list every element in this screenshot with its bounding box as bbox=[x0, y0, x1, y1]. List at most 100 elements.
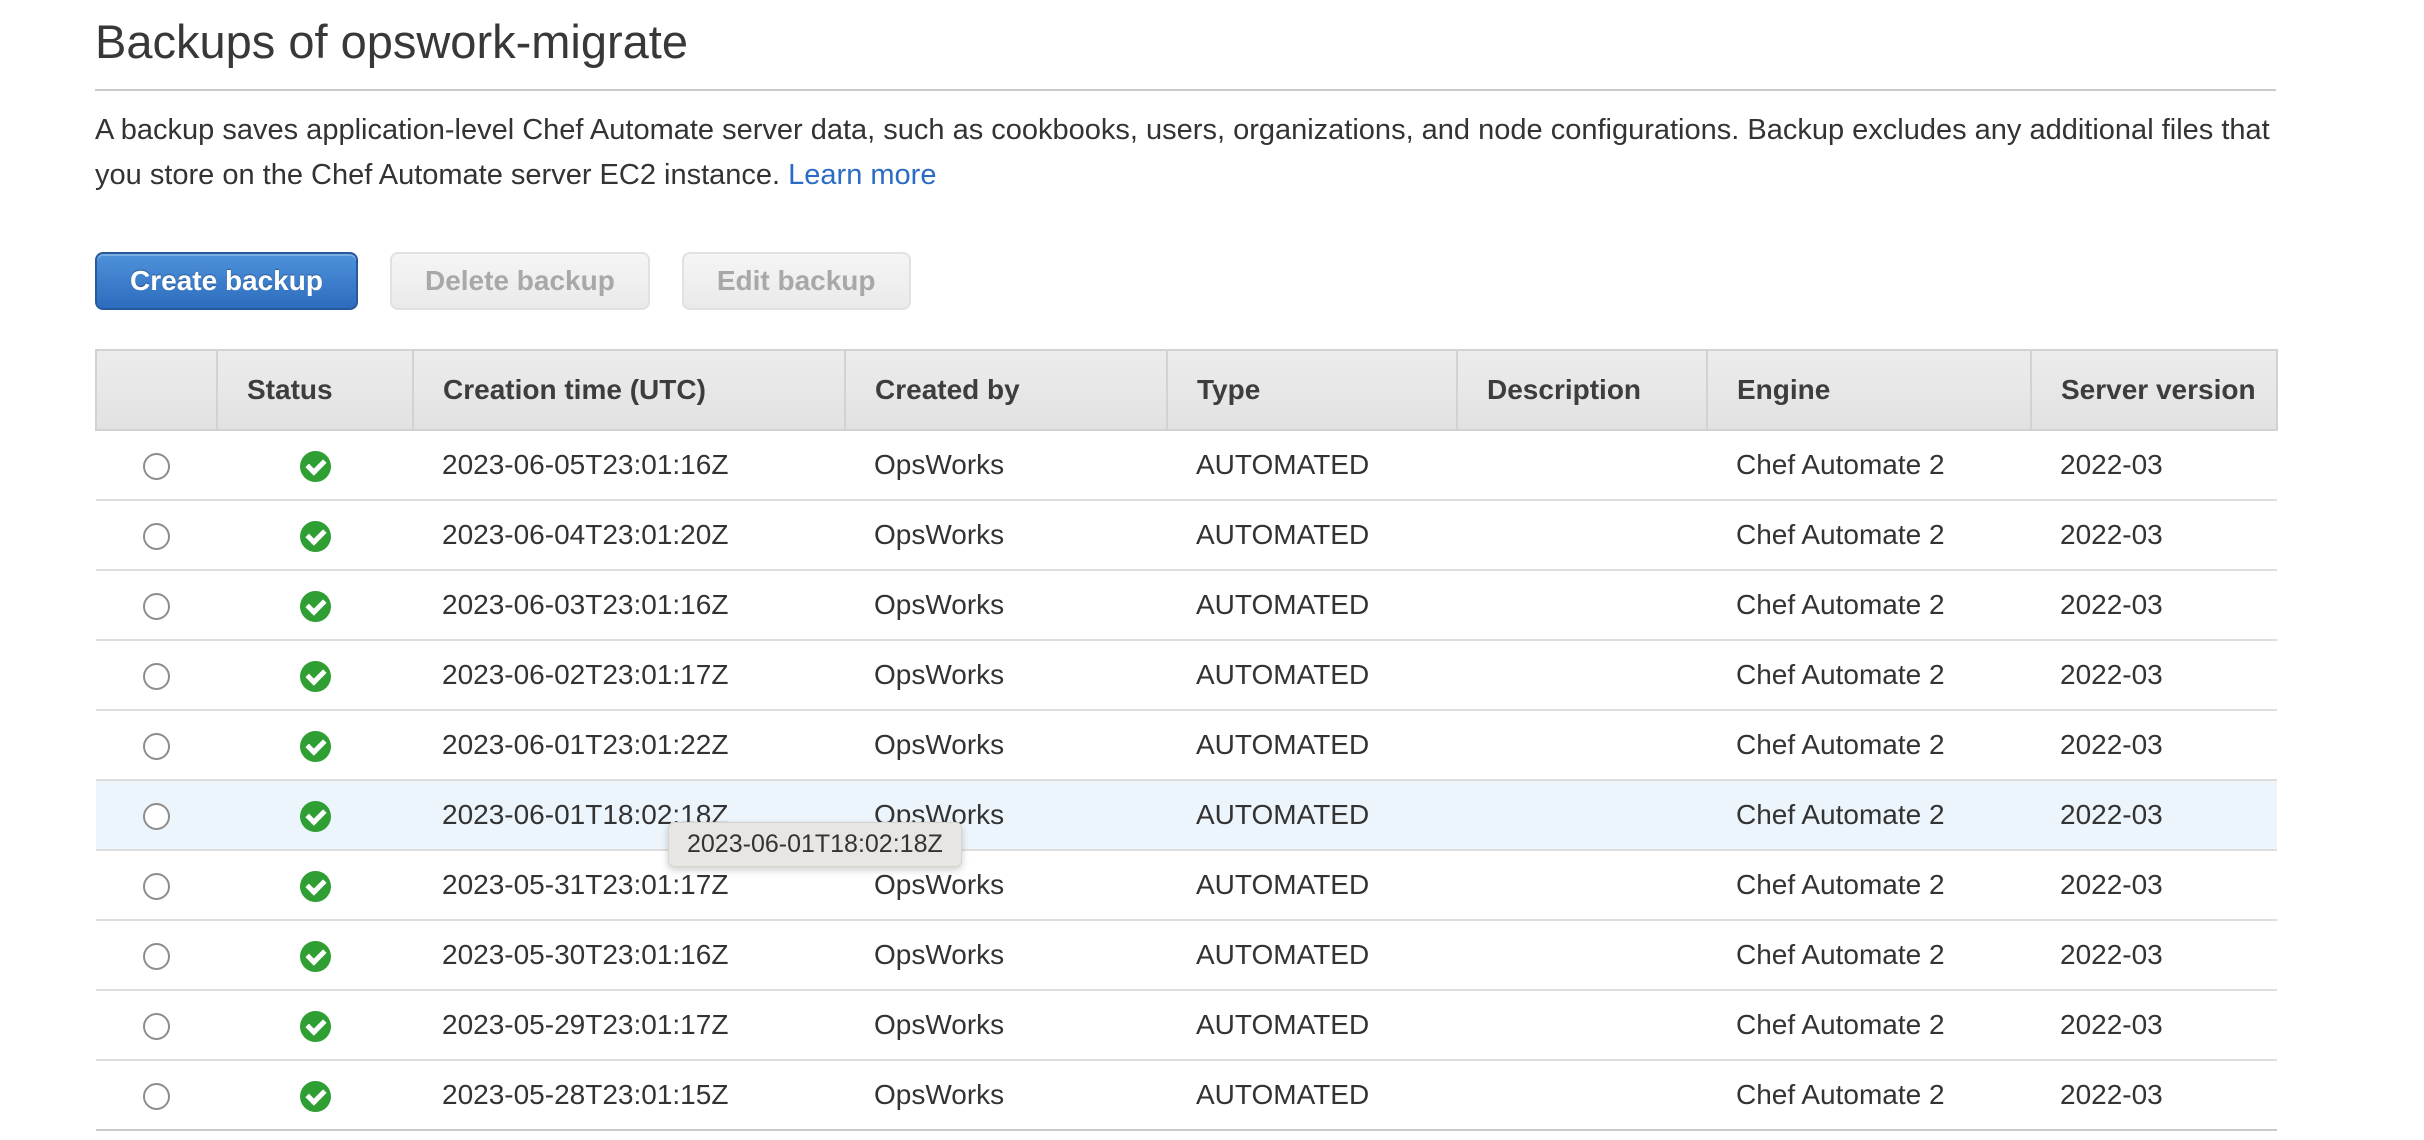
type-cell: AUTOMATED bbox=[1167, 570, 1457, 641]
engine-cell: Chef Automate 2 bbox=[1707, 500, 2031, 571]
status-cell bbox=[217, 710, 413, 781]
status-cell bbox=[217, 500, 413, 571]
select-cell bbox=[96, 850, 217, 921]
engine-cell: Chef Automate 2 bbox=[1707, 920, 2031, 991]
radio-icon[interactable] bbox=[143, 453, 170, 481]
created-by-cell: OpsWorks bbox=[845, 990, 1167, 1061]
created-by-cell: OpsWorks bbox=[845, 1060, 1167, 1131]
green-circle-check-icon bbox=[299, 520, 331, 552]
creation-time-cell: 2023-05-28T23:01:15Z bbox=[413, 1060, 845, 1131]
server-version-cell: 2022-03 bbox=[2031, 920, 2277, 991]
radio-icon[interactable] bbox=[143, 523, 170, 551]
type-cell: AUTOMATED bbox=[1167, 990, 1457, 1061]
backups-page: Backups of opswork-migrate A backup save… bbox=[95, 0, 2278, 1131]
table-header: Status Creation time (UTC) Created by Ty… bbox=[95, 349, 2278, 431]
select-cell bbox=[96, 640, 217, 711]
creation-time-cell: 2023-06-03T23:01:16Z bbox=[413, 570, 845, 641]
column-header-engine: Engine bbox=[1706, 349, 2032, 431]
table-row[interactable]: 2023-05-29T23:01:17Z OpsWorks AUTOMATED … bbox=[96, 990, 2277, 1061]
server-version-cell: 2022-03 bbox=[2031, 640, 2277, 711]
description-cell bbox=[1457, 640, 1707, 711]
radio-icon[interactable] bbox=[143, 943, 170, 971]
table-row[interactable]: 2023-05-28T23:01:15Z OpsWorks AUTOMATED … bbox=[96, 1060, 2277, 1131]
column-header-created-by: Created by bbox=[844, 349, 1168, 431]
green-circle-check-icon bbox=[299, 450, 331, 482]
server-version-cell: 2022-03 bbox=[2031, 990, 2277, 1061]
green-circle-check-icon bbox=[299, 730, 331, 762]
description-cell bbox=[1457, 430, 1707, 501]
radio-icon[interactable] bbox=[143, 1083, 170, 1111]
creation-time-cell: 2023-06-01T23:01:22Z bbox=[413, 710, 845, 781]
engine-cell: Chef Automate 2 bbox=[1707, 1060, 2031, 1131]
created-by-cell: OpsWorks bbox=[845, 570, 1167, 641]
column-header-status: Status bbox=[216, 349, 414, 431]
table-row[interactable]: 2023-06-02T23:01:17Z OpsWorks AUTOMATED … bbox=[96, 640, 2277, 711]
status-cell bbox=[217, 1060, 413, 1131]
table-row[interactable]: 2023-06-05T23:01:16Z OpsWorks AUTOMATED … bbox=[96, 430, 2277, 501]
description-text: A backup saves application-level Chef Au… bbox=[95, 114, 2270, 191]
green-circle-check-icon bbox=[299, 800, 331, 832]
created-by-cell: OpsWorks bbox=[845, 430, 1167, 501]
page-description: A backup saves application-level Chef Au… bbox=[95, 108, 2276, 198]
backup-actions-toolbar: Create backup Delete backup Edit backup bbox=[95, 252, 2276, 310]
backups-table: Status Creation time (UTC) Created by Ty… bbox=[95, 349, 2278, 1131]
description-cell bbox=[1457, 570, 1707, 641]
page-title: Backups of opswork-migrate bbox=[95, 0, 2276, 91]
radio-icon[interactable] bbox=[143, 593, 170, 621]
green-circle-check-icon bbox=[299, 940, 331, 972]
radio-icon[interactable] bbox=[143, 873, 170, 901]
radio-icon[interactable] bbox=[143, 803, 170, 831]
type-cell: AUTOMATED bbox=[1167, 780, 1457, 851]
column-header-server-version: Server version bbox=[2030, 349, 2278, 431]
select-cell bbox=[96, 990, 217, 1061]
description-cell bbox=[1457, 500, 1707, 571]
table-row[interactable]: 2023-05-31T23:01:17Z OpsWorks AUTOMATED … bbox=[96, 850, 2277, 921]
table-row[interactable]: 2023-06-03T23:01:16Z OpsWorks AUTOMATED … bbox=[96, 570, 2277, 641]
radio-icon[interactable] bbox=[143, 1013, 170, 1041]
table-row[interactable]: 2023-06-04T23:01:20Z OpsWorks AUTOMATED … bbox=[96, 500, 2277, 571]
engine-cell: Chef Automate 2 bbox=[1707, 710, 2031, 781]
creation-time-cell: 2023-05-30T23:01:16Z bbox=[413, 920, 845, 991]
delete-backup-button[interactable]: Delete backup bbox=[389, 252, 650, 310]
status-cell bbox=[217, 570, 413, 641]
server-version-cell: 2022-03 bbox=[2031, 430, 2277, 501]
column-header-select bbox=[95, 349, 218, 431]
edit-backup-button[interactable]: Edit backup bbox=[681, 252, 911, 310]
select-cell bbox=[96, 1060, 217, 1131]
select-cell bbox=[96, 500, 217, 571]
status-cell bbox=[217, 850, 413, 921]
created-by-cell: OpsWorks bbox=[845, 710, 1167, 781]
creation-time-cell: 2023-06-04T23:01:20Z bbox=[413, 500, 845, 571]
type-cell: AUTOMATED bbox=[1167, 1060, 1457, 1131]
created-by-cell: OpsWorks bbox=[845, 920, 1167, 991]
server-version-cell: 2022-03 bbox=[2031, 570, 2277, 641]
green-circle-check-icon bbox=[299, 590, 331, 622]
created-by-cell: OpsWorks bbox=[845, 500, 1167, 571]
radio-icon[interactable] bbox=[143, 733, 170, 761]
create-backup-button[interactable]: Create backup bbox=[95, 252, 358, 310]
green-circle-check-icon bbox=[299, 1080, 331, 1112]
engine-cell: Chef Automate 2 bbox=[1707, 430, 2031, 501]
status-cell bbox=[217, 780, 413, 851]
column-header-creation-time: Creation time (UTC) bbox=[412, 349, 846, 431]
green-circle-check-icon bbox=[299, 870, 331, 902]
server-version-cell: 2022-03 bbox=[2031, 1060, 2277, 1131]
server-version-cell: 2022-03 bbox=[2031, 710, 2277, 781]
status-cell bbox=[217, 430, 413, 501]
description-cell bbox=[1457, 920, 1707, 991]
green-circle-check-icon bbox=[299, 660, 331, 692]
select-cell bbox=[96, 570, 217, 641]
column-header-description: Description bbox=[1456, 349, 1708, 431]
learn-more-link[interactable]: Learn more bbox=[788, 159, 936, 191]
table-row[interactable]: 2023-06-01T18:02:18Z OpsWorks AUTOMATED … bbox=[96, 780, 2277, 851]
table-row[interactable]: 2023-05-30T23:01:16Z OpsWorks AUTOMATED … bbox=[96, 920, 2277, 991]
select-cell bbox=[96, 430, 217, 501]
select-cell bbox=[96, 920, 217, 991]
description-cell bbox=[1457, 990, 1707, 1061]
radio-icon[interactable] bbox=[143, 663, 170, 691]
description-cell bbox=[1457, 710, 1707, 781]
description-cell bbox=[1457, 850, 1707, 921]
table-row[interactable]: 2023-06-01T23:01:22Z OpsWorks AUTOMATED … bbox=[96, 710, 2277, 781]
type-cell: AUTOMATED bbox=[1167, 850, 1457, 921]
type-cell: AUTOMATED bbox=[1167, 430, 1457, 501]
